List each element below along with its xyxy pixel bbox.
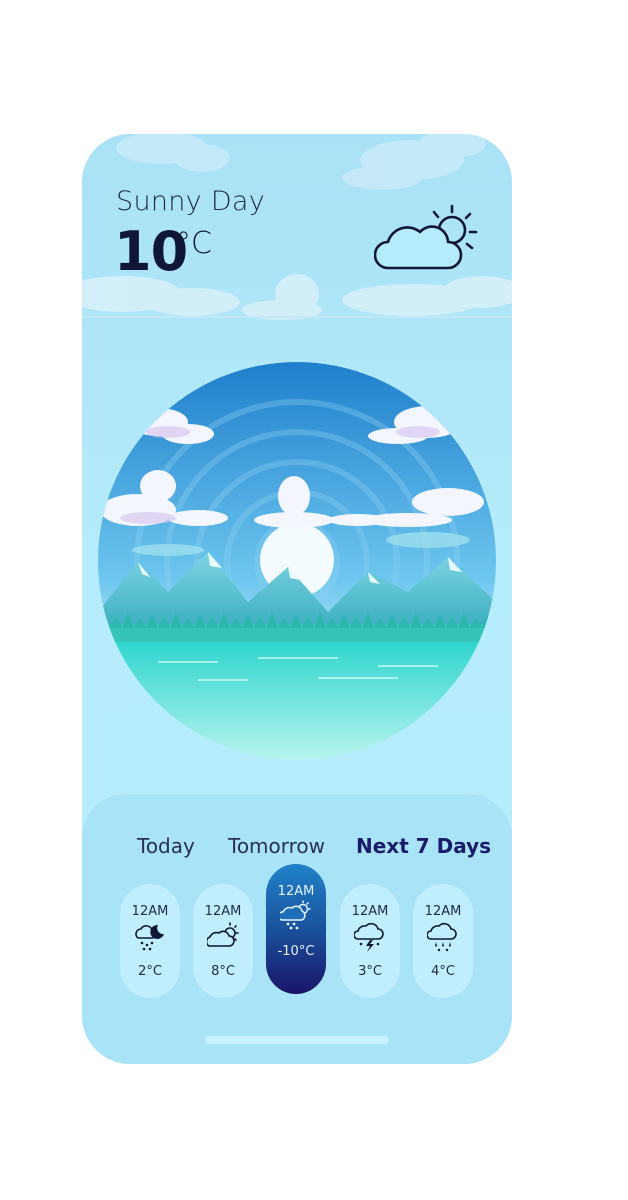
temperature-unit: °C bbox=[176, 226, 212, 261]
hour-time: 12AM bbox=[204, 904, 242, 919]
hourly-forecast-list: 12AM 2°C 12AM 8°C 12AM -10°C 12AM 3°C 12… bbox=[82, 864, 512, 1014]
hour-temperature: 4°C bbox=[431, 964, 455, 979]
tab-today[interactable]: Today bbox=[137, 834, 195, 858]
home-indicator[interactable] bbox=[205, 1036, 389, 1044]
hour-time: 12AM bbox=[277, 884, 315, 899]
forecast-tabs: Today Tomorrow Next 7 Days bbox=[82, 834, 512, 864]
hour-temperature: 3°C bbox=[358, 964, 382, 979]
hour-time: 12AM bbox=[351, 904, 389, 919]
hour-time: 12AM bbox=[131, 904, 169, 919]
weather-condition: Sunny Day bbox=[116, 186, 266, 217]
hourly-card[interactable]: 12AM 8°C bbox=[193, 884, 253, 998]
rain-icon bbox=[427, 922, 457, 952]
hour-temperature: 8°C bbox=[211, 964, 235, 979]
tab-tomorrow[interactable]: Tomorrow bbox=[228, 834, 325, 858]
hourly-card[interactable]: 12AM 2°C bbox=[120, 884, 180, 998]
tab-next-7-days[interactable]: Next 7 Days bbox=[356, 834, 491, 858]
hourly-card[interactable]: 12AM 4°C bbox=[413, 884, 473, 998]
landscape-illustration bbox=[98, 362, 496, 760]
hour-temperature: -10°C bbox=[277, 944, 315, 959]
hourly-card[interactable]: 12AM 3°C bbox=[340, 884, 400, 998]
thunderstorm-icon bbox=[354, 922, 384, 952]
cloud-sun-icon bbox=[207, 922, 239, 947]
hourly-card-selected[interactable]: 12AM -10°C bbox=[266, 864, 326, 994]
cloud-sun-icon bbox=[374, 204, 478, 270]
weather-app-screen: Sunny Day 10 °C Today Tomorrow Next 7 Da… bbox=[82, 134, 512, 1064]
hour-time: 12AM bbox=[424, 904, 462, 919]
hour-temperature: 2°C bbox=[138, 964, 162, 979]
forecast-panel: Today Tomorrow Next 7 Days 12AM 2°C 12AM bbox=[82, 794, 512, 1064]
night-rain-icon bbox=[135, 924, 164, 951]
snow-sun-icon bbox=[280, 900, 311, 930]
